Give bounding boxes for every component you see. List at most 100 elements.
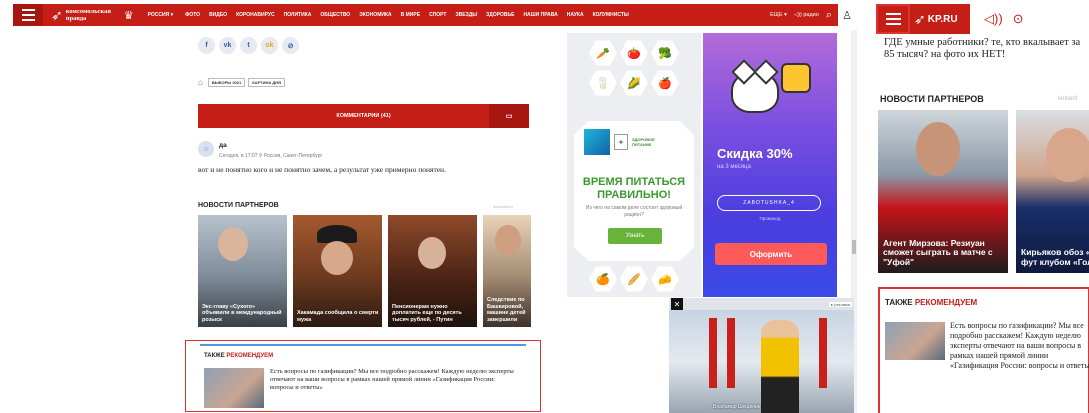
site-logo[interactable]: ➶ Комсомольская правда ♛ — [51, 8, 134, 22]
nav-item[interactable]: НАУКА — [567, 12, 584, 18]
healthy-food-ad[interactable]: 🥕 🍅 🥦 🥛 🌽 🍎 ✦ ЗДОРОВОЕ ПИТАНИЕ ВРЕМЯ ПИТ… — [567, 33, 701, 297]
nav-item[interactable]: КОРОНАВИРУС — [236, 12, 275, 18]
partner-card[interactable]: Кирьяков обоз «Спартак» фут клубом «Голл… — [1016, 110, 1089, 273]
nav-item[interactable]: ЗДОРОВЬЕ — [486, 12, 514, 18]
nav-item[interactable]: СПОРТ — [429, 12, 446, 18]
also-title-prefix: ТАКЖЕ — [204, 353, 227, 359]
ad-sale-period: на 3 месяца — [717, 164, 751, 170]
vegetable-icon: 🥕 — [589, 40, 617, 66]
also-title-prefix: ТАКЖЕ — [885, 298, 915, 307]
search-icon[interactable]: ⌕ — [826, 9, 832, 22]
ad-label: ▸ реклама — [829, 301, 852, 307]
article-tags: ⌂ ВЫБОРЫ 2021 КАРТИНА ДНЯ — [198, 78, 285, 87]
ad-card: ✦ ЗДОРОВОЕ ПИТАНИЕ ВРЕМЯ ПИТАТЬСЯ ПРАВИЛ… — [574, 121, 694, 261]
also-title-highlight: РЕКОМЕНДУЕМ — [914, 298, 978, 307]
nav-item[interactable]: В МИРЕ — [401, 12, 420, 18]
promo-code[interactable]: ZABOTUSHKA_4 — [717, 195, 821, 211]
logo-text: Комсомольская правда — [65, 8, 111, 22]
link-icon[interactable]: ⊘ — [282, 37, 299, 54]
subscribe-button[interactable]: Оформить — [715, 243, 827, 265]
video-ad[interactable]: ✕ ▸ реклама Владимир Шещенин — [669, 298, 854, 413]
header-icons: ◁)) ⊙ — [984, 11, 1024, 27]
nav-item[interactable]: ФОТО — [185, 12, 200, 18]
avatar: ☺ — [198, 141, 214, 157]
mobile-header: ➶ KP.RU ◁)) ⊙ — [876, 4, 1089, 34]
nav-item[interactable]: ПОЛИТИКА — [284, 12, 312, 18]
ad-logos: ✦ ЗДОРОВОЕ ПИТАНИЕ — [584, 129, 662, 155]
ad-learn-button[interactable]: Узнать — [608, 228, 662, 244]
partner-card[interactable]: Экс-главу «Сухого» объявили в международ… — [198, 215, 287, 327]
partners-title: НОВОСТИ ПАРТНЕРОВ — [198, 202, 279, 209]
comment-author: да — [219, 142, 227, 149]
comment-icon[interactable]: ▭ — [489, 104, 529, 128]
ad-decor: 🍊 🥖 🧀 — [573, 265, 695, 293]
also-text[interactable]: Есть вопросы по газификации? Мы все подр… — [950, 321, 1089, 371]
ad-decor: 🥛 🌽 🍎 — [573, 69, 695, 97]
partners-source: lentainf — [1058, 96, 1078, 102]
health-logo-text: ЗДОРОВОЕ ПИТАНИЕ — [632, 137, 655, 147]
odnoklassniki-icon[interactable]: ok — [261, 37, 278, 54]
share-buttons: f vk t ok ⊘ — [198, 37, 299, 54]
vegetable-icon: 🥛 — [589, 70, 617, 96]
menu-icon[interactable] — [876, 4, 910, 34]
radio-icon[interactable]: ◁)) — [984, 11, 1003, 27]
vegetable-icon: 🥖 — [620, 266, 648, 292]
also-image[interactable] — [885, 322, 945, 360]
vegetable-icon: 🌽 — [620, 70, 648, 96]
menu-icon[interactable] — [13, 4, 43, 26]
close-icon[interactable]: ✕ — [671, 298, 683, 310]
tag[interactable]: ВЫБОРЫ 2021 — [207, 78, 246, 87]
comments-button[interactable]: КОММЕНТАРИИ (41) ▭ — [198, 104, 529, 128]
partner-card-image — [418, 237, 446, 269]
video-caption: Владимир Шещенин — [713, 404, 761, 410]
top-right-tools: ЕЩЕ ▾ ◁)) радио ⌕ — [770, 9, 838, 22]
ad-headline: ВРЕМЯ ПИТАТЬСЯ ПРАВИЛЬНО! — [582, 176, 686, 201]
comment-meta: Сегодня, в 17:07 ⚲ Россия, Санкт-Петербу… — [219, 153, 323, 159]
user-icon[interactable]: ♙ — [838, 4, 856, 26]
also-recommend-block: ТАКЖЕ РЕКОМЕНДУЕМ Есть вопросы по газифи… — [878, 287, 1089, 413]
tag[interactable]: КАРТИНА ДНЯ — [248, 78, 285, 87]
site-logo[interactable]: ➶ KP.RU — [910, 4, 970, 34]
partner-card-caption: Пенсионерам нужно доплатить еще по десят… — [392, 303, 462, 323]
location-icon[interactable]: ⊙ — [1013, 11, 1024, 27]
also-recommend-block: ТАКЖЕ РЕКОМЕНДУЕМ Есть вопросы по газифи… — [185, 340, 541, 412]
also-text[interactable]: Есть вопросы по газификации? Мы все подр… — [270, 368, 520, 392]
cat-icon — [731, 71, 779, 113]
partner-card[interactable]: Агент Мирзова: Резиуан сможет сыграть в … — [878, 110, 1008, 273]
vk-icon[interactable]: vk — [219, 37, 236, 54]
partners-title: НОВОСТИ ПАРТНЕРОВ — [880, 94, 984, 104]
comment-text: вот и не понятно кого и не понятно зачем… — [198, 165, 446, 174]
partner-card-caption: Экс-главу «Сухого» объявили в международ… — [202, 303, 282, 323]
discount-ad[interactable]: Скидка 30% на 3 месяца ZABOTUSHKA_4 Пром… — [703, 33, 837, 297]
ad-decor: 🥕 🍅 🥦 — [573, 39, 695, 67]
partner-card[interactable]: Хакамада сообщила о смерти мужа — [293, 215, 382, 327]
more-menu[interactable]: ЕЩЕ ▾ — [770, 12, 787, 18]
partner-card[interactable]: Пенсионерам нужно доплатить еще по десят… — [388, 215, 477, 327]
partner-cards: Экс-главу «Сухого» объявили в международ… — [198, 215, 531, 327]
also-title-highlight: РЕКОМЕНДУЕМ — [226, 353, 274, 359]
vegetable-icon: 🧀 — [651, 266, 679, 292]
nav-item[interactable]: ЭКОНОМИКА — [359, 12, 391, 18]
video-frame — [819, 318, 827, 388]
video-bar: ✕ ▸ реклама — [669, 298, 854, 310]
partner-card-image — [218, 227, 248, 261]
partner-cards: Агент Мирзова: Резиуан сможет сыграть в … — [878, 110, 1089, 273]
region-selector[interactable]: РОССИЯ ▾ — [148, 12, 173, 18]
nav-item[interactable]: ЗВЕЗДЫ — [455, 12, 477, 18]
twitter-icon[interactable]: t — [240, 37, 257, 54]
facebook-icon[interactable]: f — [198, 37, 215, 54]
nav-item[interactable]: НАШИ ПРАВА — [523, 12, 557, 18]
ad-sale: Скидка 30% — [717, 146, 793, 161]
ad-subtext: Из чего на самом деле состоит здоровый р… — [585, 205, 683, 218]
video-frame — [761, 320, 799, 413]
scrollbar-thumb[interactable] — [852, 240, 856, 254]
nav-item[interactable]: КОЛУМНИСТЫ — [593, 12, 629, 18]
partner-card-image — [495, 225, 521, 255]
also-image[interactable] — [204, 368, 264, 408]
nav-item[interactable]: ВИДЕО — [209, 12, 227, 18]
partner-card[interactable]: Следствие по Башкировой, машине детей за… — [483, 215, 531, 327]
radio-link[interactable]: ◁)) радио — [794, 12, 819, 18]
vegetable-icon: 🥦 — [651, 40, 679, 66]
nav-item[interactable]: ОБЩЕСТВО — [320, 12, 350, 18]
partner-card-caption: Кирьяков обоз «Спартак» фут клубом «Голл… — [1021, 247, 1089, 267]
